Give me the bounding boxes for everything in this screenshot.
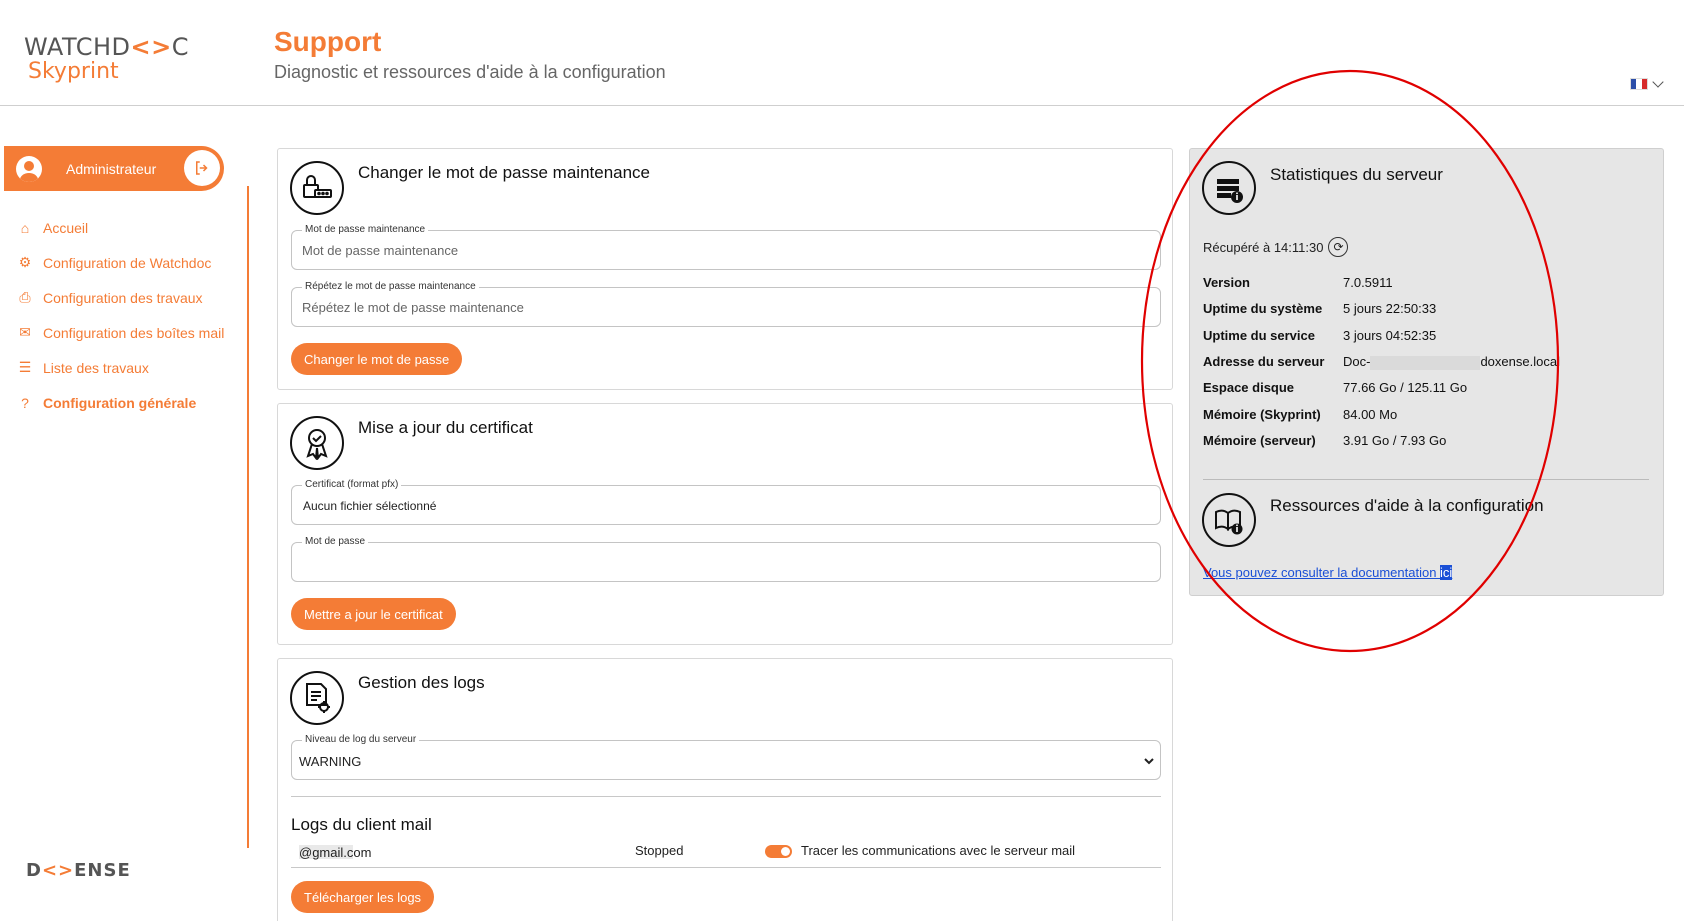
stat-key: Version [1203,275,1250,290]
trace-label: Tracer les communications avec le serveu… [801,843,1076,858]
maintenance-card-title: Changer le mot de passe maintenance [358,163,651,182]
sidebar-item-2[interactable]: ⚙ Configuration de Watchdoc [14,245,224,280]
logout-icon[interactable] [184,150,220,186]
logs-card: Gestion des logs Niveau de log du serveu… [277,658,1173,921]
maintenance-password-card: Changer le mot de passe maintenance Mot … [277,148,1173,390]
refresh-icon[interactable]: ⟳ [1328,237,1349,257]
stat-key: Espace disque [1203,380,1295,395]
stat-value: Doc-doxense.local [1343,354,1560,370]
mail-log-row: celine@gmail.com Stopped Tracer les comm… [299,843,1076,860]
maintenance-password-input[interactable] [302,243,1142,258]
sidebar-item-6[interactable]: ? Configuration générale [14,385,224,420]
sidebar-item-label: Configuration des boîtes mail [43,324,225,341]
sidebar-item-label: Configuration générale [43,394,197,411]
maintenance-password-field[interactable]: Mot de passe maintenance [291,224,1161,270]
sidebar-item-label: Configuration de Watchdoc [43,254,212,271]
server-info-icon [1202,161,1256,215]
gears-icon: ⚙ [18,254,32,270]
server-stats-panel: Statistiques du serveur Récupéré à 14:11… [1189,148,1664,596]
logs-card-title: Gestion des logs [358,673,485,692]
stat-key: Mémoire (serveur) [1203,433,1316,448]
stat-value: 3.91 Go / 7.93 Go [1343,433,1447,448]
certificate-file-field[interactable]: Certificat (format pfx) Aucun fichier sé… [291,479,1161,525]
log-level-field[interactable]: Niveau de log du serveur WARNING [291,734,1161,780]
trace-toggle[interactable] [765,845,792,858]
page-subtitle: Diagnostic et ressources d'aide à la con… [274,62,666,82]
stat-key: Mémoire (Skyprint) [1203,407,1321,422]
printer-icon: ⎙ [19,289,31,305]
download-logs-button[interactable]: Télécharger les logs [291,881,435,913]
support-page: WATCHD<>C Skyprint Support Diagnostic et… [0,0,1684,921]
log-level-select[interactable]: WARNING [295,750,1157,772]
top-header: WATCHD<>C Skyprint Support Diagnostic et… [0,0,1684,106]
padlock-icon [290,161,344,215]
sidebar-item-3[interactable]: ⎙ Configuration des travaux [14,280,224,315]
stat-key: Adresse du serveur [1203,354,1325,369]
book-info-icon [1202,493,1256,547]
stat-value: 5 jours 22:50:33 [1343,301,1437,316]
repeat-password-input[interactable] [302,300,1142,315]
documentation-link[interactable]: Vous pouvez consulter la documentation i… [1203,565,1453,580]
sidebar-item-label: Liste des travaux [43,359,149,376]
document-settings-icon [290,671,344,725]
update-certificate-button[interactable]: Mettre a jour le certificat [291,598,456,630]
certificate-file-value: Aucun fichier sélectionné [303,499,437,513]
change-password-button[interactable]: Changer le mot de passe [291,343,463,375]
french-flag-icon [1630,78,1648,90]
chevron-down-icon [1652,76,1664,88]
award-ribbon-icon [290,416,344,470]
sidebar-nav: ⌂ Accueil ⚙ Configuration de Watchdoc ⎙ Confi… [14,210,225,420]
help-circle-icon: ? [21,394,29,411]
fetched-time: Récupéré à 14:11:30 ⟳ [1203,237,1349,257]
stats-title: Statistiques du serveur [1270,165,1443,184]
language-selector[interactable] [1630,76,1664,90]
user-avatar-icon [16,155,42,182]
certificate-card-title: Mise a jour du certificat [358,418,533,437]
stat-value: 3 jours 04:52:35 [1343,328,1437,343]
stat-key: Uptime du service [1203,328,1315,343]
home-icon: ⌂ [20,219,30,236]
list-icon: ☰ [18,359,32,375]
mailbox-icon: ✉ [19,324,31,340]
sidebar-item-label: Configuration des travaux [43,289,203,306]
stats-divider [1203,479,1649,480]
sidebar-item-label: Accueil [43,219,89,236]
stat-value: 84.00 Mo [1343,407,1398,422]
stat-key: Uptime du système [1203,301,1323,316]
mail-divider [291,867,1161,868]
user-menu[interactable]: Administrateur [4,146,224,191]
certificate-password-field[interactable]: Mot de passe [291,536,1161,582]
certificate-card: Mise a jour du certificat Certificat (fo… [277,403,1173,645]
mail-status: Stopped [635,843,684,858]
resources-title: Ressources d'aide à la configuration [1270,496,1544,515]
sidebar: Administrateur ⌂ Accueil ⚙ Configuration de… [0,106,250,921]
mail-logs-title: Logs du client mail [291,815,432,834]
doxense-logo: D<>ENSE [26,860,131,881]
sidebar-item-5[interactable]: ☰ Liste des travaux [14,350,224,385]
sidebar-item-1[interactable]: ⌂ Accueil [14,210,224,245]
certificate-password-input[interactable] [302,555,1142,570]
logs-divider [291,796,1161,797]
repeat-password-field[interactable]: Répétez le mot de passe maintenance [291,281,1161,327]
watchdoc-logo: WATCHD<>C Skyprint [24,33,189,84]
stat-value: 77.66 Go / 125.11 Go [1343,380,1468,395]
user-label: Administrateur [66,160,157,177]
redacted-area [1370,355,1481,370]
sidebar-divider [247,186,249,848]
page-title: Support [274,26,382,57]
sidebar-item-4[interactable]: ✉ Configuration des boîtes mail [14,315,224,350]
stat-value: 7.0.5911 [1343,275,1393,290]
